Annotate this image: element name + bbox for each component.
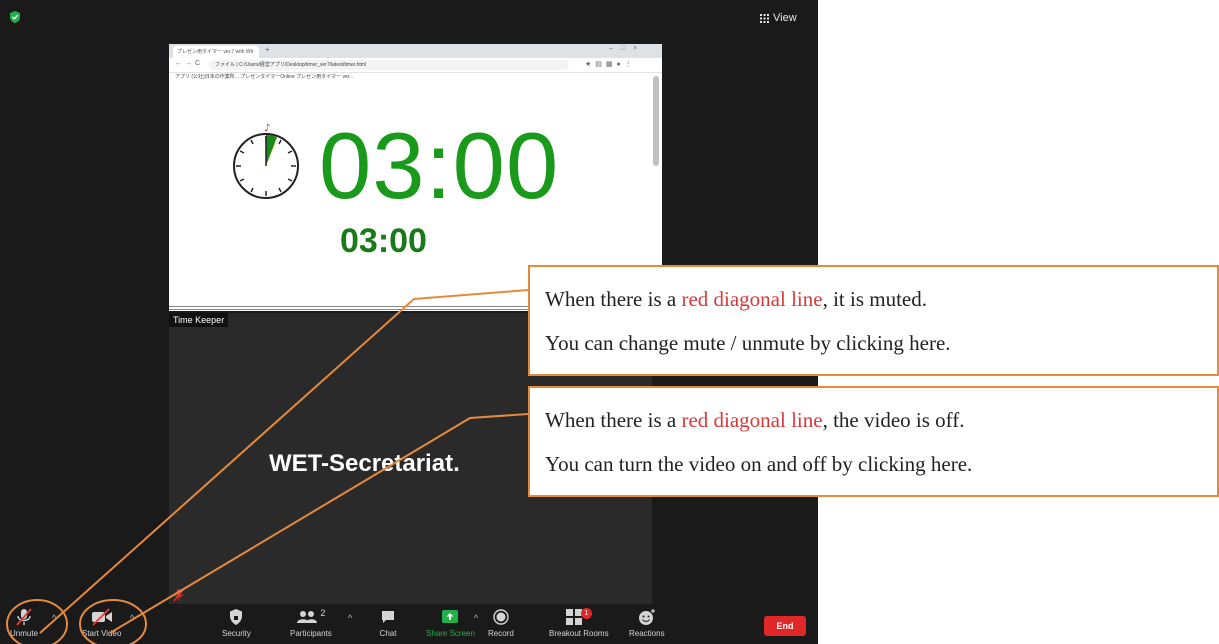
muted-mic-icon [16,608,32,626]
breakout-rooms-icon [565,609,582,625]
bookmarks-bar[interactable]: アプリ (公社)日本の作業所... プレゼンタイマーOnline プレゼン用タイ… [175,73,353,80]
record-icon [493,609,509,625]
svg-text:♪: ♪ [264,123,270,134]
unmute-label: Unmute [10,629,39,638]
video-callout-line2: You can turn the video on and off by cli… [545,452,973,476]
browser-nav-icons[interactable]: ←→C [175,60,203,67]
participants-label: Participants [290,629,332,638]
grid-icon [760,13,769,23]
participants-chevron-icon[interactable]: ^ [348,613,352,623]
security-shield-icon[interactable] [8,10,22,24]
share-screen-label: Share Screen [426,629,475,638]
video-callout-line1: When there is a red diagonal line, the v… [545,408,965,432]
end-meeting-button[interactable]: End [764,616,806,636]
participants-count: 2 [320,608,326,618]
red-diagonal-text: red diagonal line [681,287,823,311]
start-video-label: Start Video [82,629,122,638]
breakout-badge: 1 [580,608,592,619]
chat-label: Chat [379,629,397,638]
participants-icon [297,611,318,623]
extension-icons[interactable]: ★▤▦●⋮ [585,60,636,68]
record-button[interactable]: Record [488,608,514,638]
share-screen-button[interactable]: Share Screen [426,608,475,638]
mute-callout-line1: When there is a red diagonal line, it is… [545,287,927,311]
video-options-chevron-icon[interactable]: ^ [130,613,134,623]
browser-address-bar: ←→C ファイル | C:/Users/経営アプリ/Desktop/timer_… [169,58,662,73]
participants-button[interactable]: 2 Participants [290,608,332,638]
share-options-chevron-icon[interactable]: ^ [474,613,478,623]
reactions-button[interactable]: Reactions [629,608,665,638]
security-button[interactable]: Security [222,608,251,638]
share-screen-icon [442,610,459,623]
record-label: Record [488,629,514,638]
timer-display: 03:00 [319,113,560,218]
video-off-icon [91,608,112,626]
muted-mic-icon [173,588,185,602]
shield-icon [230,609,243,625]
participant-name: WET-Secretariat. [269,450,460,477]
window-controls-icon[interactable]: –□× [609,45,645,52]
mute-callout: When there is a red diagonal line, it is… [528,265,1219,376]
analog-clock-icon: ♪ [233,123,299,199]
browser-scrollbar[interactable] [653,76,659,166]
reactions-label: Reactions [629,629,665,638]
meeting-toolbar: Unmute ^ Start Video ^ Security 2 Partic… [0,604,818,644]
chat-button[interactable]: Chat [379,608,397,638]
browser-tab[interactable]: プレゼン用タイマー ver.7 with Wtr [173,46,259,58]
tile-name-label: Time Keeper [169,313,229,327]
start-video-button[interactable]: Start Video [82,608,121,638]
view-button[interactable]: View [760,12,797,24]
timer-subdisplay: 03:00 [340,222,427,260]
red-diagonal-text: red diagonal line [681,408,823,432]
new-tab-icon[interactable]: + [265,45,270,54]
breakout-rooms-label: Breakout Rooms [549,629,609,638]
video-callout: When there is a red diagonal line, the v… [528,386,1219,497]
chat-icon [382,611,394,623]
browser-tab-bar: プレゼン用タイマー ver.7 with Wtr + –□× [169,44,662,58]
view-label: View [773,12,797,24]
breakout-rooms-button[interactable]: 1 Breakout Rooms [549,608,609,638]
unmute-button[interactable]: Unmute [10,608,38,638]
url-field[interactable]: ファイル | C:/Users/経営アプリ/Desktop/timer_ver7… [209,60,569,70]
reactions-emoji-icon [638,609,655,625]
security-label: Security [222,629,251,638]
mute-callout-line2: You can change mute / unmute by clicking… [545,331,951,355]
audio-options-chevron-icon[interactable]: ^ [52,613,56,623]
